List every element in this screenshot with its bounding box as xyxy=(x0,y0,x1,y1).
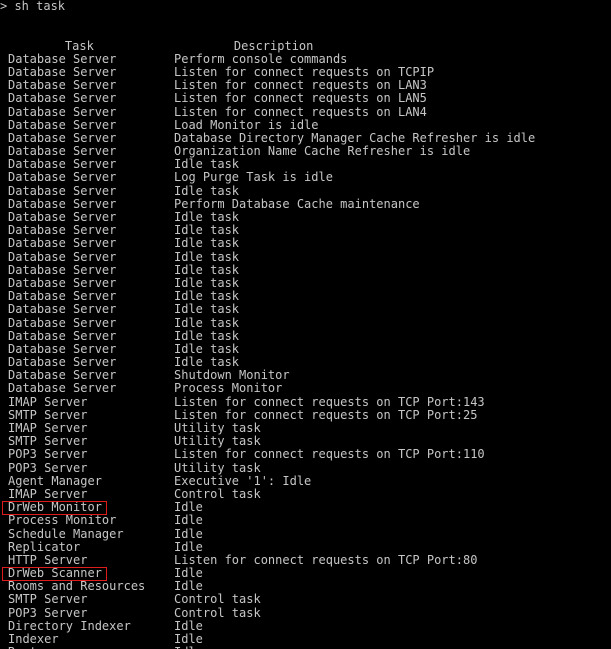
table-row: Process Monitor Idle xyxy=(0,514,611,527)
table-row: Database Server Perform console commands xyxy=(0,51,611,66)
table-row: IMAP Server Listen for connect requests o… xyxy=(0,394,611,409)
cell-description: Idle task xyxy=(174,249,240,264)
cell-description: Load Monitor is idle xyxy=(174,117,319,132)
table-row: SMTP Server Listen for connect requests o… xyxy=(0,408,611,422)
table-row: Rooms and Resources Idle xyxy=(0,580,611,593)
cell-description: Process Monitor xyxy=(174,381,283,396)
cell-task: Database Server xyxy=(8,302,117,317)
table-row: Indexer Idle xyxy=(0,632,611,646)
cell-description: Idle task xyxy=(174,236,240,251)
task-table-body: Database Server Perform console commands D… xyxy=(0,51,611,649)
table-row: Directory Indexer Idle xyxy=(0,619,611,633)
table-row: Database Server Process Monitor xyxy=(0,382,611,395)
cell-task: POP3 Server xyxy=(8,460,88,475)
cell-description: Idle xyxy=(174,513,203,528)
table-row: Database Server Idle task xyxy=(0,328,611,343)
table-row: Replicator Idle xyxy=(0,539,611,554)
cell-description: Idle xyxy=(174,526,203,541)
cell-description: Idle task xyxy=(174,328,240,343)
cell-task: Process Monitor xyxy=(8,513,117,528)
shell-prompt-line: > sh task xyxy=(0,0,66,13)
cell-description: Listen for connect requests on TCP Port:… xyxy=(174,552,478,567)
cell-task: Database Server xyxy=(8,249,117,264)
cell-task: Database Server xyxy=(8,328,117,343)
table-row: POP3 Server Control task xyxy=(0,605,611,620)
cell-description: Control task xyxy=(174,592,261,607)
table-row: Database Server Load Monitor is idle xyxy=(0,117,611,132)
table-row: Database Server Idle task xyxy=(0,249,611,264)
cell-description: Perform console commands xyxy=(174,51,348,66)
column-header-description: Description xyxy=(233,38,314,53)
cell-description: Idle task xyxy=(174,302,240,317)
cell-task: Replicator xyxy=(8,539,81,554)
table-row: Database Server Listen for connect reques… xyxy=(0,92,611,105)
cell-task: Database Server xyxy=(8,315,117,330)
cell-task: SMTP Server xyxy=(8,592,88,607)
cell-task: POP3 Server xyxy=(8,605,88,620)
table-row: Database Server Listen for connect reques… xyxy=(0,104,611,119)
cell-task: Database Server xyxy=(8,236,117,251)
table-row: Database Server Log Purge Task is idle xyxy=(0,171,611,184)
cell-task: Database Server xyxy=(8,183,117,198)
cell-description: Log Purge Task is idle xyxy=(174,170,333,185)
cell-description: Idle task xyxy=(174,183,240,198)
table-row: Schedule Manager Idle xyxy=(0,526,611,541)
cell-description: Listen for connect requests on LAN5 xyxy=(174,91,427,106)
cell-description: Listen for connect requests on TCP Port:… xyxy=(174,447,485,462)
cell-description: Idle task xyxy=(174,315,240,330)
terminal-window[interactable]: > sh task Task Description Database Serve… xyxy=(0,0,611,649)
cell-task: Agent Manager xyxy=(8,473,102,488)
cell-description: Control task xyxy=(174,605,261,620)
table-row: SMTP Server Control task xyxy=(0,593,611,606)
table-row: POP3 Server Utility task xyxy=(0,460,611,475)
cell-description: Listen for connect requests on LAN4 xyxy=(174,104,427,119)
cell-task: Database Server xyxy=(8,51,117,66)
table-row: Database Server Idle task xyxy=(0,183,611,198)
table-header-row: Task Description xyxy=(0,26,611,52)
table-row: Database Server Idle task xyxy=(0,237,611,250)
cell-task: Database Server xyxy=(8,381,117,396)
cell-task: Database Server xyxy=(8,104,117,119)
cell-description: Listen for connect requests on TCP Port:… xyxy=(174,394,485,409)
table-row: Agent Manager Executive '1': Idle xyxy=(0,473,611,488)
cell-task: Database Server xyxy=(8,262,117,277)
cell-description: Idle xyxy=(174,539,203,554)
cell-task: Database Server xyxy=(8,91,117,106)
cell-task: IMAP Server xyxy=(8,394,88,409)
table-row: IMAP Server Utility task xyxy=(0,421,611,435)
cell-description: Executive '1': Idle xyxy=(174,473,312,488)
cell-task: Schedule Manager xyxy=(8,526,124,541)
cell-description: Utility task xyxy=(174,460,261,475)
cell-task: Database Server xyxy=(8,117,117,132)
cell-task: Database Server xyxy=(8,170,117,185)
cell-description: Idle task xyxy=(174,262,240,277)
table-row: POP3 Server Listen for connect requests o… xyxy=(0,448,611,461)
table-row: Database Server Idle task xyxy=(0,315,611,330)
column-header-task: Task xyxy=(64,38,94,53)
table-row: Database Server Idle task xyxy=(0,262,611,277)
table-row: Database Server Idle task xyxy=(0,303,611,316)
cell-task: POP3 Server xyxy=(8,447,88,462)
